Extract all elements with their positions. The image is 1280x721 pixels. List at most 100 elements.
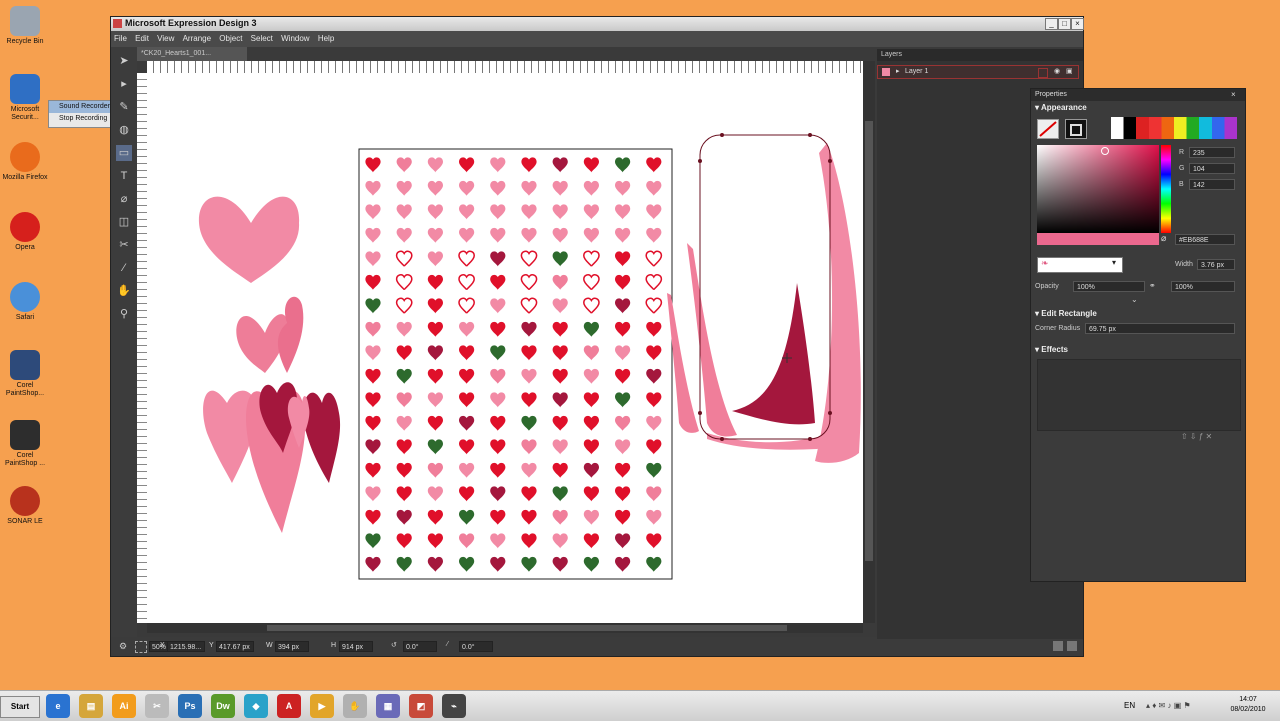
taskbar-app-2[interactable]: Ai bbox=[112, 694, 136, 718]
minimize-icon[interactable]: _ bbox=[1045, 18, 1058, 30]
menu-help[interactable]: Help bbox=[315, 31, 337, 43]
hex-field[interactable]: #EB688E bbox=[1175, 234, 1235, 245]
eraser-tool-icon[interactable]: ◫ bbox=[116, 214, 132, 230]
menu-file[interactable]: File bbox=[111, 31, 130, 43]
fill-none-swatch[interactable] bbox=[1037, 119, 1059, 139]
color-picker-field[interactable] bbox=[1037, 145, 1159, 233]
corel-paintshop-icon[interactable]: Corel PaintShop... bbox=[2, 350, 48, 398]
eyedropper-tool-icon[interactable]: ⌀ bbox=[116, 191, 132, 207]
expand-arrow-icon[interactable]: ▸ bbox=[896, 66, 900, 78]
taskbar-app-0[interactable]: e bbox=[46, 694, 70, 718]
expand-more-icon[interactable]: ⌄ bbox=[1131, 295, 1138, 304]
clock[interactable]: 14:07 08/02/2010 bbox=[1222, 695, 1274, 715]
opera-icon[interactable]: Opera bbox=[2, 212, 48, 252]
taskbar-app-7[interactable]: A bbox=[277, 694, 301, 718]
eye-icon[interactable]: ◉ bbox=[1054, 66, 1060, 78]
text-tool-icon[interactable]: T bbox=[116, 168, 132, 184]
taskbar-app-4[interactable]: Ps bbox=[178, 694, 202, 718]
green-value-field[interactable]: 104 bbox=[1189, 163, 1235, 174]
taskbar-app-11[interactable]: ◩ bbox=[409, 694, 433, 718]
stroke-opacity-field[interactable]: 100% bbox=[1171, 281, 1235, 292]
left-pink-heart-double[interactable] bbox=[236, 296, 304, 373]
status-bar: ⚙ 50% X 1215.98... Y 417.67 px W 394 px … bbox=[111, 637, 1083, 656]
safari-icon[interactable]: Safari bbox=[2, 282, 48, 322]
hue-slider[interactable] bbox=[1161, 145, 1171, 233]
start-button[interactable]: Start bbox=[0, 696, 40, 718]
link-icon[interactable]: ⚭ bbox=[1149, 281, 1156, 290]
language-indicator[interactable]: EN bbox=[1124, 701, 1135, 710]
rotation-field[interactable]: 0.0° bbox=[403, 641, 437, 652]
heart-catalog-sheet[interactable] bbox=[358, 148, 673, 580]
properties-header: Properties bbox=[1031, 89, 1245, 101]
paint-tool-icon[interactable]: ◍ bbox=[116, 122, 132, 138]
corner-radius-field[interactable]: 69.75 px bbox=[1085, 323, 1235, 334]
taskbar-app-1[interactable]: ▤ bbox=[79, 694, 103, 718]
security-essentials-icon[interactable]: Microsoft Securit... bbox=[2, 74, 48, 122]
width-label: Width bbox=[1175, 261, 1193, 268]
stroke-style-dropdown[interactable]: ❧ ▾ bbox=[1037, 257, 1123, 273]
delete-layer-icon[interactable] bbox=[1067, 641, 1077, 651]
taskbar-app-8[interactable]: ▶ bbox=[310, 694, 334, 718]
menu-select[interactable]: Select bbox=[248, 31, 276, 43]
h-label: H bbox=[331, 642, 337, 649]
zoom-tool-icon[interactable]: ⚲ bbox=[116, 306, 132, 322]
blue-value-field[interactable]: 142 bbox=[1189, 179, 1235, 190]
left-heart-cluster[interactable] bbox=[203, 382, 341, 533]
sound-recorder-item[interactable]: Sound Recorder bbox=[49, 101, 111, 113]
direct-selection-tool-icon[interactable]: ▸ bbox=[116, 76, 132, 92]
y-field[interactable]: 417.67 px bbox=[216, 641, 254, 652]
sound-recorder-popup: Sound Recorder Stop Recording bbox=[48, 100, 112, 128]
horizontal-scrollbar[interactable] bbox=[147, 623, 863, 633]
height-field[interactable]: 914 px bbox=[339, 641, 373, 652]
hand-tool-icon[interactable]: ✋ bbox=[116, 283, 132, 299]
close-icon[interactable]: × bbox=[1071, 18, 1084, 30]
menu-edit[interactable]: Edit bbox=[132, 31, 152, 43]
taskbar-app-9[interactable]: ✋ bbox=[343, 694, 367, 718]
width-field[interactable]: 394 px bbox=[275, 641, 309, 652]
layer-row[interactable]: ▸ Layer 1 ◉ ▣ bbox=[877, 65, 1079, 79]
sonar-le-icon[interactable]: SONAR LE bbox=[2, 486, 48, 526]
menu-window[interactable]: Window bbox=[278, 31, 312, 43]
layer-target-icon[interactable] bbox=[1038, 68, 1048, 78]
menu-view[interactable]: View bbox=[154, 31, 177, 43]
effects-toolbar-icons[interactable]: ⇧ ⇩ ƒ ✕ bbox=[1181, 432, 1212, 441]
pink-swoosh-shapes[interactable] bbox=[667, 143, 861, 463]
taskbar-app-3[interactable]: ✂ bbox=[145, 694, 169, 718]
selection-tool-icon[interactable]: ➤ bbox=[116, 53, 132, 69]
new-layer-icon[interactable] bbox=[1053, 641, 1063, 651]
stroke-width-field[interactable]: 3.76 px bbox=[1197, 259, 1235, 270]
x-field[interactable]: 1215.98... bbox=[167, 641, 205, 652]
recycle-bin-icon[interactable]: Recycle Bin bbox=[2, 6, 48, 46]
skew-field[interactable]: 0.0° bbox=[459, 641, 493, 652]
taskbar-app-12[interactable]: ⌁ bbox=[442, 694, 466, 718]
pen-tool-icon[interactable]: ✎ bbox=[116, 99, 132, 115]
lock-icon[interactable]: ▣ bbox=[1066, 66, 1073, 78]
firefox-icon[interactable]: Mozilla Firefox bbox=[2, 142, 48, 182]
fill-opacity-field[interactable]: 100% bbox=[1073, 281, 1145, 292]
gradient-tool-icon[interactable]: ⁄ bbox=[116, 260, 132, 276]
menu-arrange[interactable]: Arrange bbox=[180, 31, 214, 43]
r-label: R bbox=[1179, 149, 1185, 156]
rectangle-tool-icon[interactable]: ▭ bbox=[116, 145, 132, 161]
maximize-icon[interactable]: □ bbox=[1058, 18, 1071, 30]
panel-close-icon[interactable]: × bbox=[1231, 90, 1236, 99]
taskbar-app-5[interactable]: Dw bbox=[211, 694, 235, 718]
scissors-tool-icon[interactable]: ✂ bbox=[116, 237, 132, 253]
title-bar[interactable]: Microsoft Expression Design 3 _ □ × bbox=[111, 17, 1084, 31]
settings-gear-icon[interactable]: ⚙ bbox=[119, 641, 127, 652]
vertical-scrollbar[interactable] bbox=[863, 61, 875, 623]
taskbar-app-10[interactable]: ▦ bbox=[376, 694, 400, 718]
left-pink-heart-large[interactable] bbox=[198, 196, 300, 283]
stroke-swatch[interactable] bbox=[1065, 119, 1087, 139]
grid-toggle-icon[interactable] bbox=[135, 641, 147, 653]
taskbar-app-6[interactable]: ◆ bbox=[244, 694, 268, 718]
swatch-palette[interactable] bbox=[1111, 117, 1237, 139]
document-tab[interactable]: *CK20_Hearts1_001... bbox=[137, 47, 247, 61]
corel-paintshop-2-icon[interactable]: Corel PaintShop ... bbox=[2, 420, 48, 468]
menu-object[interactable]: Object bbox=[216, 31, 245, 43]
stop-recording-item[interactable]: Stop Recording bbox=[49, 113, 111, 125]
eyedropper-icon[interactable]: ⌀ bbox=[1161, 233, 1166, 244]
tray-icons[interactable]: ▴ ♦ ✉ ♪ ▣ ⚑ bbox=[1146, 701, 1191, 710]
artboard-canvas[interactable] bbox=[147, 73, 863, 623]
red-value-field[interactable]: 235 bbox=[1189, 147, 1235, 158]
